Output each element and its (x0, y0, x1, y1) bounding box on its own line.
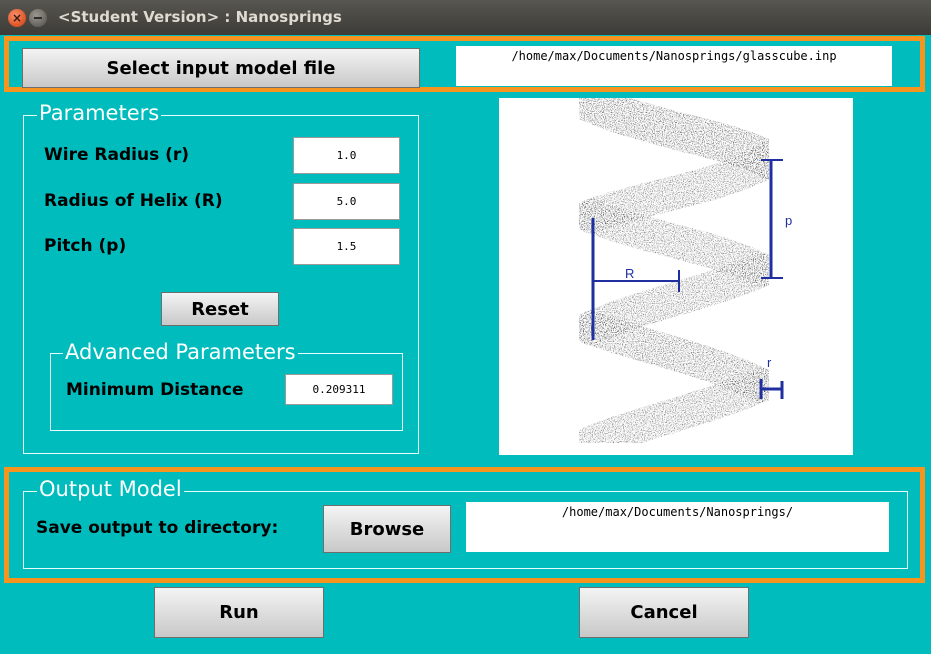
pitch-label: Pitch (p) (44, 236, 127, 256)
output-directory-path-field[interactable]: /home/max/Documents/Nanosprings/ (466, 502, 889, 552)
wire-radius-label: Wire Radius (r) (44, 145, 190, 165)
cancel-button[interactable]: Cancel (579, 587, 749, 638)
helix-radius-input[interactable]: 5.0 (293, 183, 400, 220)
input-file-path-field[interactable]: /home/max/Documents/Nanosprings/glasscub… (456, 46, 892, 86)
select-input-file-button[interactable]: Select input model file (22, 48, 420, 88)
R-label: R (625, 266, 634, 281)
parameters-legend: Parameters (37, 101, 162, 125)
helix-coils (560, 98, 788, 455)
helix-diagram-svg: R p r (560, 98, 792, 455)
browse-button[interactable]: Browse (323, 505, 451, 553)
advanced-parameters-legend: Advanced Parameters (63, 340, 298, 364)
helix-radius-label: Radius of Helix (R) (44, 191, 223, 211)
run-button[interactable]: Run (154, 587, 324, 638)
helix-diagram: R p r (499, 98, 853, 455)
window-title: <Student Version> : Nanosprings (58, 8, 342, 26)
window-titlebar: × <Student Version> : Nanosprings (0, 0, 931, 35)
minimize-icon[interactable] (29, 9, 47, 27)
minimum-distance-input[interactable]: 0.209311 (285, 374, 393, 405)
minimum-distance-label: Minimum Distance (66, 380, 244, 400)
pitch-input[interactable]: 1.5 (293, 228, 400, 265)
close-icon[interactable]: × (8, 9, 26, 27)
p-label: p (785, 213, 792, 228)
reset-button[interactable]: Reset (161, 292, 279, 326)
wire-radius-input[interactable]: 1.0 (293, 137, 400, 174)
output-model-legend: Output Model (37, 477, 184, 501)
save-output-label: Save output to directory: (36, 518, 279, 538)
r-label: r (767, 355, 772, 370)
